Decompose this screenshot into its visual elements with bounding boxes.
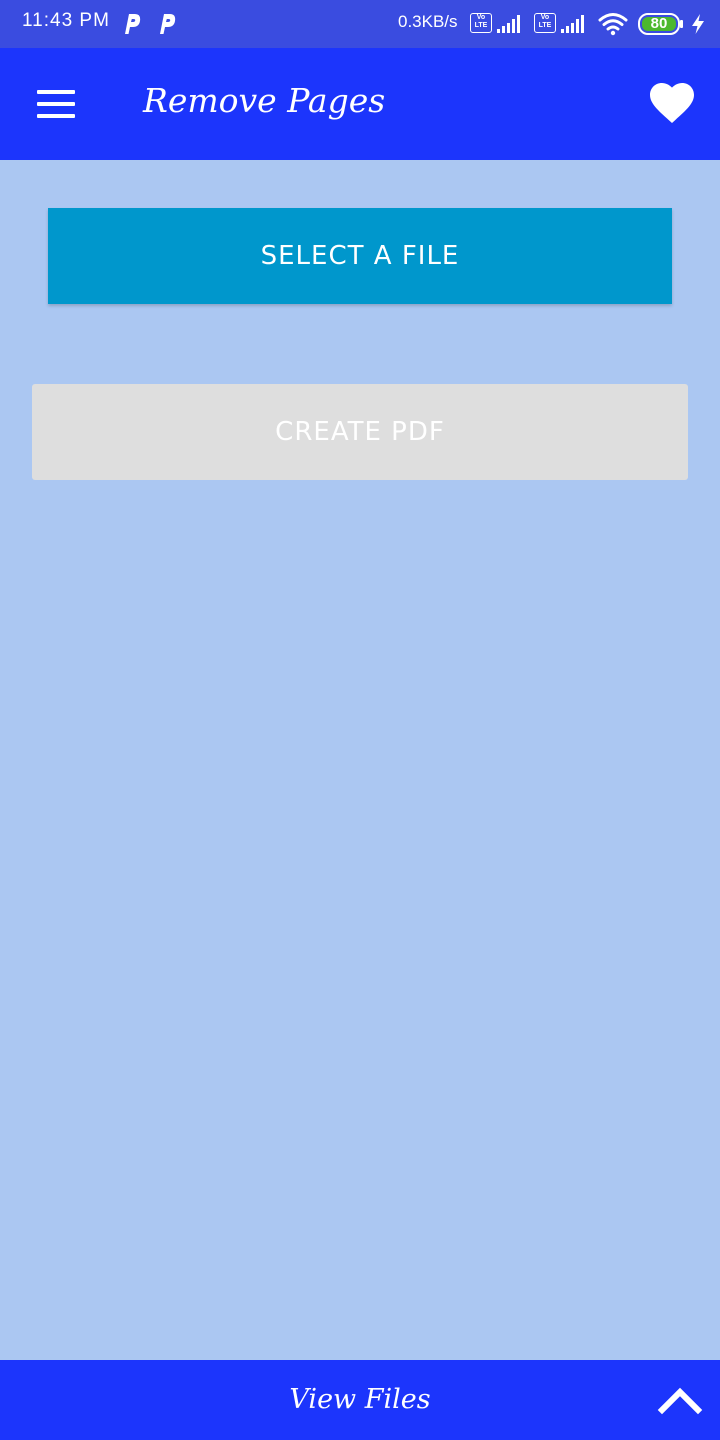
heart-icon[interactable]	[648, 80, 696, 128]
hamburger-menu-icon[interactable]	[28, 78, 84, 130]
status-bar: 11:43 PM 0.3KB/s Vo LTE Vo LTE 80	[0, 0, 720, 48]
wifi-icon	[598, 13, 628, 36]
network-speed: 0.3KB/s	[398, 12, 458, 31]
signal-icon	[561, 15, 584, 33]
volte-icon: Vo LTE	[534, 13, 556, 33]
charging-bolt-icon	[692, 14, 704, 34]
select-file-button[interactable]: SELECT A FILE	[48, 208, 672, 304]
chevron-up-icon[interactable]	[656, 1382, 704, 1418]
app-bar: Remove Pages	[0, 48, 720, 160]
p-notification-icon	[160, 14, 176, 34]
signal-icon	[497, 15, 520, 33]
view-files-bar[interactable]: View Files	[0, 1360, 720, 1440]
view-files-label: View Files	[289, 1384, 431, 1415]
battery-level: 80	[650, 15, 668, 32]
page-title: Remove Pages	[143, 81, 386, 120]
p-notification-icon	[125, 14, 141, 34]
volte-icon: Vo LTE	[470, 13, 492, 33]
status-time: 11:43 PM	[22, 10, 110, 31]
create-pdf-button[interactable]: CREATE PDF	[32, 384, 688, 480]
